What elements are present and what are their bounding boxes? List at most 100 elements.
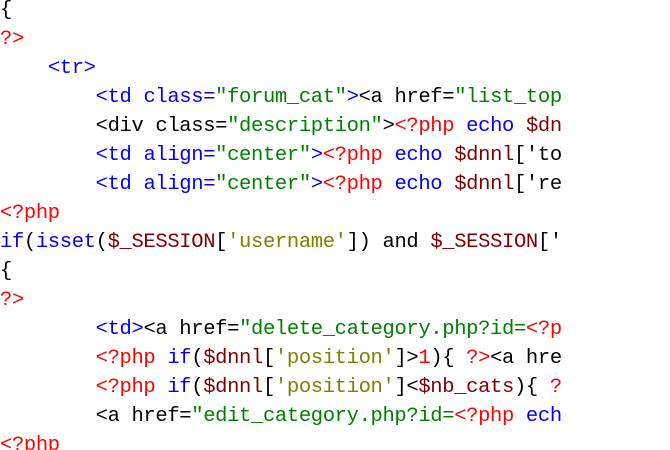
code-token: <div class= xyxy=(95,115,228,138)
code-line[interactable]: if(isset($_SESSION['username']) and $_SE… xyxy=(0,228,562,257)
code-token: ?> xyxy=(466,347,491,370)
code-token: <?php xyxy=(0,434,60,450)
code-token: ech xyxy=(525,405,562,428)
code-token: isset xyxy=(35,231,96,254)
code-token: "description" xyxy=(227,115,383,138)
code-line[interactable]: <?php if($dnnl['position']<$nb_cats){ ? xyxy=(0,373,563,402)
code-token: "list_top xyxy=(454,86,562,109)
code-token: ['to xyxy=(513,144,562,167)
code-token: ( xyxy=(95,231,108,254)
code-token: ]> xyxy=(394,347,419,370)
code-token: ? xyxy=(549,376,562,399)
code-token: > xyxy=(346,86,359,109)
code-line[interactable]: <?php xyxy=(0,431,60,450)
code-token: ?> xyxy=(0,28,24,51)
code-token: ){ xyxy=(430,347,467,370)
code-token: 1 xyxy=(418,347,431,370)
code-line[interactable]: <td><a href="delete_category.php?id=<?p xyxy=(0,315,563,344)
code-token: ( xyxy=(191,347,204,370)
code-token: <?php xyxy=(322,144,383,167)
code-token: align= xyxy=(143,144,216,167)
code-line[interactable]: { xyxy=(0,0,12,25)
code-line[interactable]: <?php xyxy=(0,199,60,228)
code-token: { xyxy=(0,260,12,283)
code-token: echo xyxy=(466,115,514,138)
code-token: > xyxy=(382,115,395,138)
code-token: <td xyxy=(95,86,144,109)
code-token: <td xyxy=(95,173,144,196)
code-token: echo xyxy=(394,144,443,167)
code-token: <a href= xyxy=(358,86,455,109)
code-line[interactable]: <tr> xyxy=(0,54,96,83)
code-token: ['re xyxy=(513,173,562,196)
code-token: <a hre xyxy=(490,347,562,370)
code-line[interactable]: ?> xyxy=(0,286,24,315)
code-token: [ xyxy=(262,376,275,399)
code-line[interactable]: <td align="center"><?php echo $dnnl['re xyxy=(0,170,563,199)
code-token: <tr> xyxy=(47,57,96,80)
code-token: "edit_category.php?id= xyxy=(191,405,455,428)
code-line[interactable]: { xyxy=(0,257,12,286)
code-token: ]) xyxy=(346,231,383,254)
code-token: align= xyxy=(143,173,216,196)
code-token: <?php xyxy=(0,202,60,225)
code-token: > xyxy=(310,173,323,196)
code-token: $_SESSION xyxy=(107,231,216,254)
code-token: "forum_cat" xyxy=(215,86,347,109)
code-editor[interactable]: {?> <tr> <td class="forum_cat"><a href="… xyxy=(0,0,670,450)
code-token: "delete_category.php?id= xyxy=(239,318,526,341)
code-token: [' xyxy=(537,231,562,254)
code-token: ?> xyxy=(0,289,24,312)
code-token: ){ xyxy=(513,376,550,399)
code-token: <a href= xyxy=(143,318,240,341)
code-line[interactable]: <?php if($dnnl['position']>1){ ?><a hre xyxy=(0,344,563,373)
code-token: 'position' xyxy=(274,347,395,370)
code-token: ( xyxy=(23,231,36,254)
code-token: if xyxy=(167,347,192,370)
code-token: ( xyxy=(191,376,204,399)
code-line[interactable]: <td align="center"><?php echo $dnnl['to xyxy=(0,141,563,170)
code-token: $dnnl xyxy=(454,144,514,167)
code-token: $dnnl xyxy=(203,347,263,370)
code-token: ]< xyxy=(394,376,419,399)
code-token: [ xyxy=(262,347,275,370)
code-token: class= xyxy=(143,86,216,109)
code-token: <?php xyxy=(322,173,383,196)
code-token: [ xyxy=(215,231,228,254)
code-line[interactable]: ?> xyxy=(0,25,24,54)
code-token: $dnnl xyxy=(203,376,263,399)
code-line[interactable]: <a href="edit_category.php?id=<?php ech xyxy=(0,402,563,431)
code-token: 'username' xyxy=(227,231,347,254)
code-token: <a href= xyxy=(95,405,192,428)
code-token: echo xyxy=(394,173,443,196)
code-token: <?php xyxy=(454,405,514,428)
code-token: if xyxy=(167,376,192,399)
code-line[interactable]: <div class="description"><?php echo $dn xyxy=(0,112,563,141)
code-token: $_SESSION xyxy=(430,231,538,254)
code-token: <?p xyxy=(525,318,562,341)
code-token: <?php xyxy=(95,347,156,370)
code-token: and xyxy=(382,231,419,254)
code-token: if xyxy=(0,231,24,254)
code-token: <?php xyxy=(394,115,455,138)
code-token: <?php xyxy=(95,376,156,399)
code-token: $nb_cats xyxy=(418,376,514,399)
code-line[interactable]: <td class="forum_cat"><a href="list_top xyxy=(0,83,563,112)
